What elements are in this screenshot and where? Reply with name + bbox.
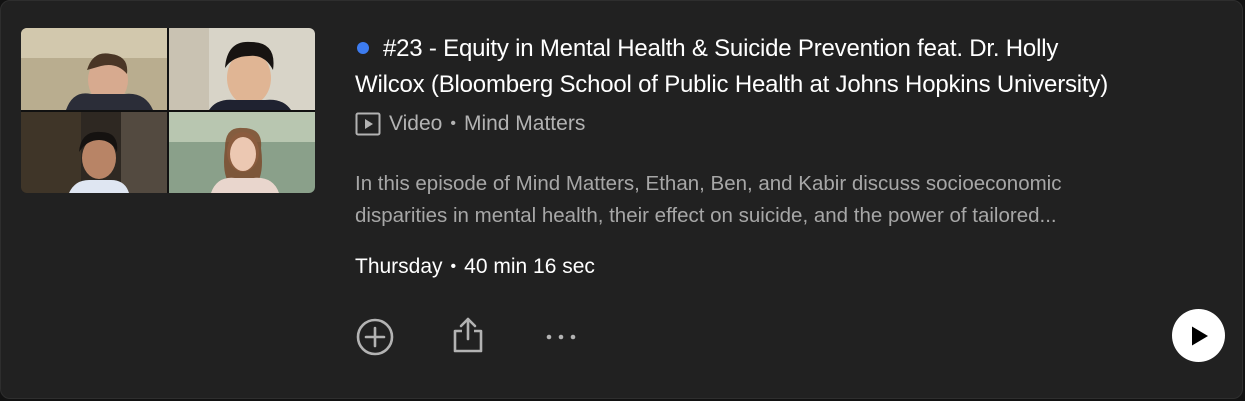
description-line1: In this episode of Mind Matters, Ethan, … [355,172,1062,195]
play-button[interactable] [1172,309,1225,362]
show-name-link[interactable]: Mind Matters [464,112,585,136]
episode-title[interactable]: #23 - Equity in Mental Health & Suicide … [355,31,1225,103]
video-call-grid-image [21,28,315,193]
episode-title-line2: Wilcox (Bloomberg School of Public Healt… [355,71,1108,98]
video-icon [355,111,381,137]
more-icon [546,334,576,340]
add-to-library-button[interactable] [353,315,397,359]
episode-meta: Video • Mind Matters [355,109,585,139]
description-line2: disparities in mental health, their effe… [355,204,1057,227]
media-type-label: Video [389,112,443,135]
date-separator: • [450,258,457,275]
play-icon [1191,326,1208,345]
release-day: Thursday [355,255,443,278]
episode-thumbnail[interactable] [21,28,315,193]
episode-description: In this episode of Mind Matters, Ethan, … [355,168,1205,232]
share-button[interactable] [446,313,490,357]
more-options-button[interactable] [539,315,583,359]
meta-separator: • [450,115,456,132]
plus-circle-icon [356,318,394,356]
episode-title-line1: #23 - Equity in Mental Health & Suicide … [383,35,1059,62]
duration: 40 min 16 sec [464,255,595,278]
episode-date-duration: Thursday • 40 min 16 sec [355,252,595,282]
episode-card[interactable]: #23 - Equity in Mental Health & Suicide … [0,0,1243,399]
new-episode-dot-icon [357,42,369,55]
share-icon [453,317,483,353]
